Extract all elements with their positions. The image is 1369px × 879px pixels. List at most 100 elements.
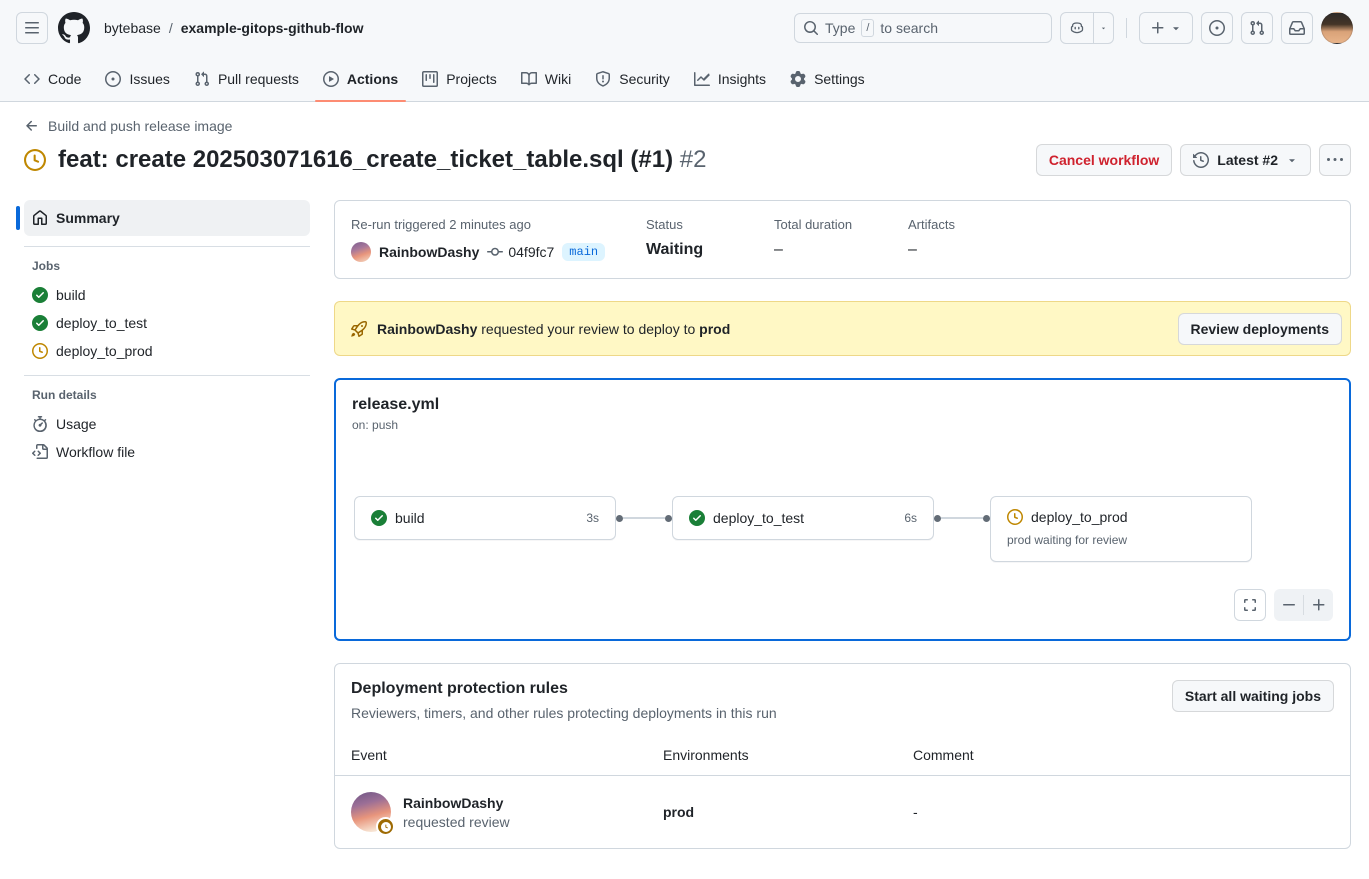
tab-security[interactable]: Security xyxy=(587,56,678,101)
arrow-left-icon xyxy=(24,118,40,134)
trigger-actor-row: RainbowDashy 04f9fc7 main xyxy=(351,242,646,262)
connector-dot xyxy=(616,515,623,522)
code-icon xyxy=(24,71,40,87)
breadcrumb-repo[interactable]: example-gitops-github-flow xyxy=(181,20,364,36)
tab-wiki[interactable]: Wiki xyxy=(513,56,579,101)
tab-label: Actions xyxy=(347,71,398,87)
copilot-dropdown-button[interactable] xyxy=(1093,13,1113,43)
tab-pull-requests[interactable]: Pull requests xyxy=(186,56,307,101)
run-sidebar: Summary Jobs build deploy_to_test deploy… xyxy=(24,200,310,849)
play-circle-icon xyxy=(323,71,339,87)
plus-icon xyxy=(1311,597,1327,613)
tab-issues[interactable]: Issues xyxy=(97,56,177,101)
sidebar-divider xyxy=(24,246,310,247)
sidebar-item-summary[interactable]: Summary xyxy=(24,200,310,236)
repo-tab-bar: Code Issues Pull requests Actions Projec… xyxy=(0,56,1369,102)
graph-connector xyxy=(616,496,672,540)
review-actor: RainbowDashy xyxy=(377,321,477,337)
event-description: requested review xyxy=(403,814,510,830)
job-name: deploy_to_prod xyxy=(56,343,153,359)
graph-node-name: build xyxy=(395,510,425,526)
review-message: requested your review to deploy to xyxy=(481,321,695,337)
zoom-out-button[interactable] xyxy=(1274,589,1303,621)
branch-badge[interactable]: main xyxy=(562,243,605,261)
reviewer-avatar[interactable] xyxy=(351,792,391,832)
jobs-section-label: Jobs xyxy=(24,251,310,281)
github-logo-icon[interactable] xyxy=(58,12,90,44)
copilot-split-button xyxy=(1060,12,1114,44)
review-request-banner: RainbowDashy requested your review to de… xyxy=(334,301,1351,356)
copilot-button[interactable] xyxy=(1061,13,1093,43)
review-environment: prod xyxy=(699,321,730,337)
waiting-clock-icon xyxy=(24,149,46,171)
comment-cell: - xyxy=(913,804,1334,820)
hamburger-menu-button[interactable] xyxy=(16,12,48,44)
rules-header: Deployment protection rules Reviewers, t… xyxy=(335,664,1350,737)
start-all-waiting-jobs-button[interactable]: Start all waiting jobs xyxy=(1172,680,1334,712)
check-circle-icon xyxy=(32,287,48,303)
back-to-workflow-link[interactable]: Build and push release image xyxy=(24,118,232,134)
sidebar-item-usage[interactable]: Usage xyxy=(24,410,310,438)
actor-avatar[interactable] xyxy=(351,242,371,262)
zoom-in-button[interactable] xyxy=(1304,589,1333,621)
artifacts-value: – xyxy=(908,241,1036,259)
graph-node-deploy-to-prod[interactable]: deploy_to_prod prod waiting for review xyxy=(990,496,1252,562)
tab-projects[interactable]: Projects xyxy=(414,56,505,101)
tab-settings[interactable]: Settings xyxy=(782,56,873,101)
issue-opened-icon xyxy=(1209,20,1225,36)
reviewer-name[interactable]: RainbowDashy xyxy=(403,795,510,811)
issues-button[interactable] xyxy=(1201,12,1233,44)
duration-value: – xyxy=(774,241,908,259)
search-icon xyxy=(803,20,819,36)
rules-title-block: Deployment protection rules Reviewers, t… xyxy=(351,680,777,721)
review-deployments-button[interactable]: Review deployments xyxy=(1178,313,1343,345)
tab-label: Settings xyxy=(814,71,865,87)
tab-label: Code xyxy=(48,71,81,87)
inbox-button[interactable] xyxy=(1281,12,1313,44)
commit-link[interactable]: 04f9fc7 xyxy=(487,244,554,260)
graph-node-build[interactable]: build 3s xyxy=(354,496,616,540)
actor-name[interactable]: RainbowDashy xyxy=(379,244,479,260)
breadcrumb-owner[interactable]: bytebase xyxy=(104,20,161,36)
tab-code[interactable]: Code xyxy=(16,56,89,101)
sidebar-job-deploy-to-test[interactable]: deploy_to_test xyxy=(24,309,310,337)
run-layout: Summary Jobs build deploy_to_test deploy… xyxy=(24,200,1351,849)
shield-icon xyxy=(595,71,611,87)
tab-label: Insights xyxy=(718,71,766,87)
pull-requests-button[interactable] xyxy=(1241,12,1273,44)
graph-node-duration: 6s xyxy=(904,511,917,525)
breadcrumb: bytebase / example-gitops-github-flow xyxy=(104,20,363,36)
sidebar-divider xyxy=(24,375,310,376)
user-avatar[interactable] xyxy=(1321,12,1353,44)
chevron-down-icon xyxy=(1170,22,1182,34)
cancel-workflow-button[interactable]: Cancel workflow xyxy=(1036,144,1172,176)
home-icon xyxy=(32,210,48,226)
more-options-button[interactable] xyxy=(1319,144,1351,176)
fullscreen-button[interactable] xyxy=(1234,589,1266,621)
tab-label: Issues xyxy=(129,71,169,87)
graph-node-duration: 3s xyxy=(586,511,599,525)
sidebar-item-workflow-file[interactable]: Workflow file xyxy=(24,438,310,466)
sidebar-job-build[interactable]: build xyxy=(24,281,310,309)
job-name: deploy_to_test xyxy=(56,315,147,331)
column-header-environments: Environments xyxy=(663,747,913,763)
create-new-button[interactable] xyxy=(1139,12,1193,44)
usage-label: Usage xyxy=(56,416,96,432)
three-bars-icon xyxy=(24,20,40,36)
tab-actions[interactable]: Actions xyxy=(315,56,406,101)
graph-node-deploy-to-test[interactable]: deploy_to_test 6s xyxy=(672,496,934,540)
latest-run-dropdown-button[interactable]: Latest #2 xyxy=(1180,144,1311,176)
tab-insights[interactable]: Insights xyxy=(686,56,774,101)
commit-sha: 04f9fc7 xyxy=(508,244,554,260)
event-cell: RainbowDashy requested review xyxy=(351,792,663,832)
duration-column: Total duration – xyxy=(774,217,908,262)
project-icon xyxy=(422,71,438,87)
sidebar-job-deploy-to-prod[interactable]: deploy_to_prod xyxy=(24,337,310,365)
run-actions: Cancel workflow Latest #2 xyxy=(1036,144,1351,176)
clock-icon xyxy=(1007,509,1023,525)
run-details-section-label: Run details xyxy=(24,380,310,410)
graph-controls xyxy=(1234,589,1333,621)
run-title-row: feat: create 202503071616_create_ticket_… xyxy=(24,144,1351,176)
search-input[interactable]: Type / to search xyxy=(794,13,1052,43)
git-commit-icon xyxy=(487,244,503,260)
